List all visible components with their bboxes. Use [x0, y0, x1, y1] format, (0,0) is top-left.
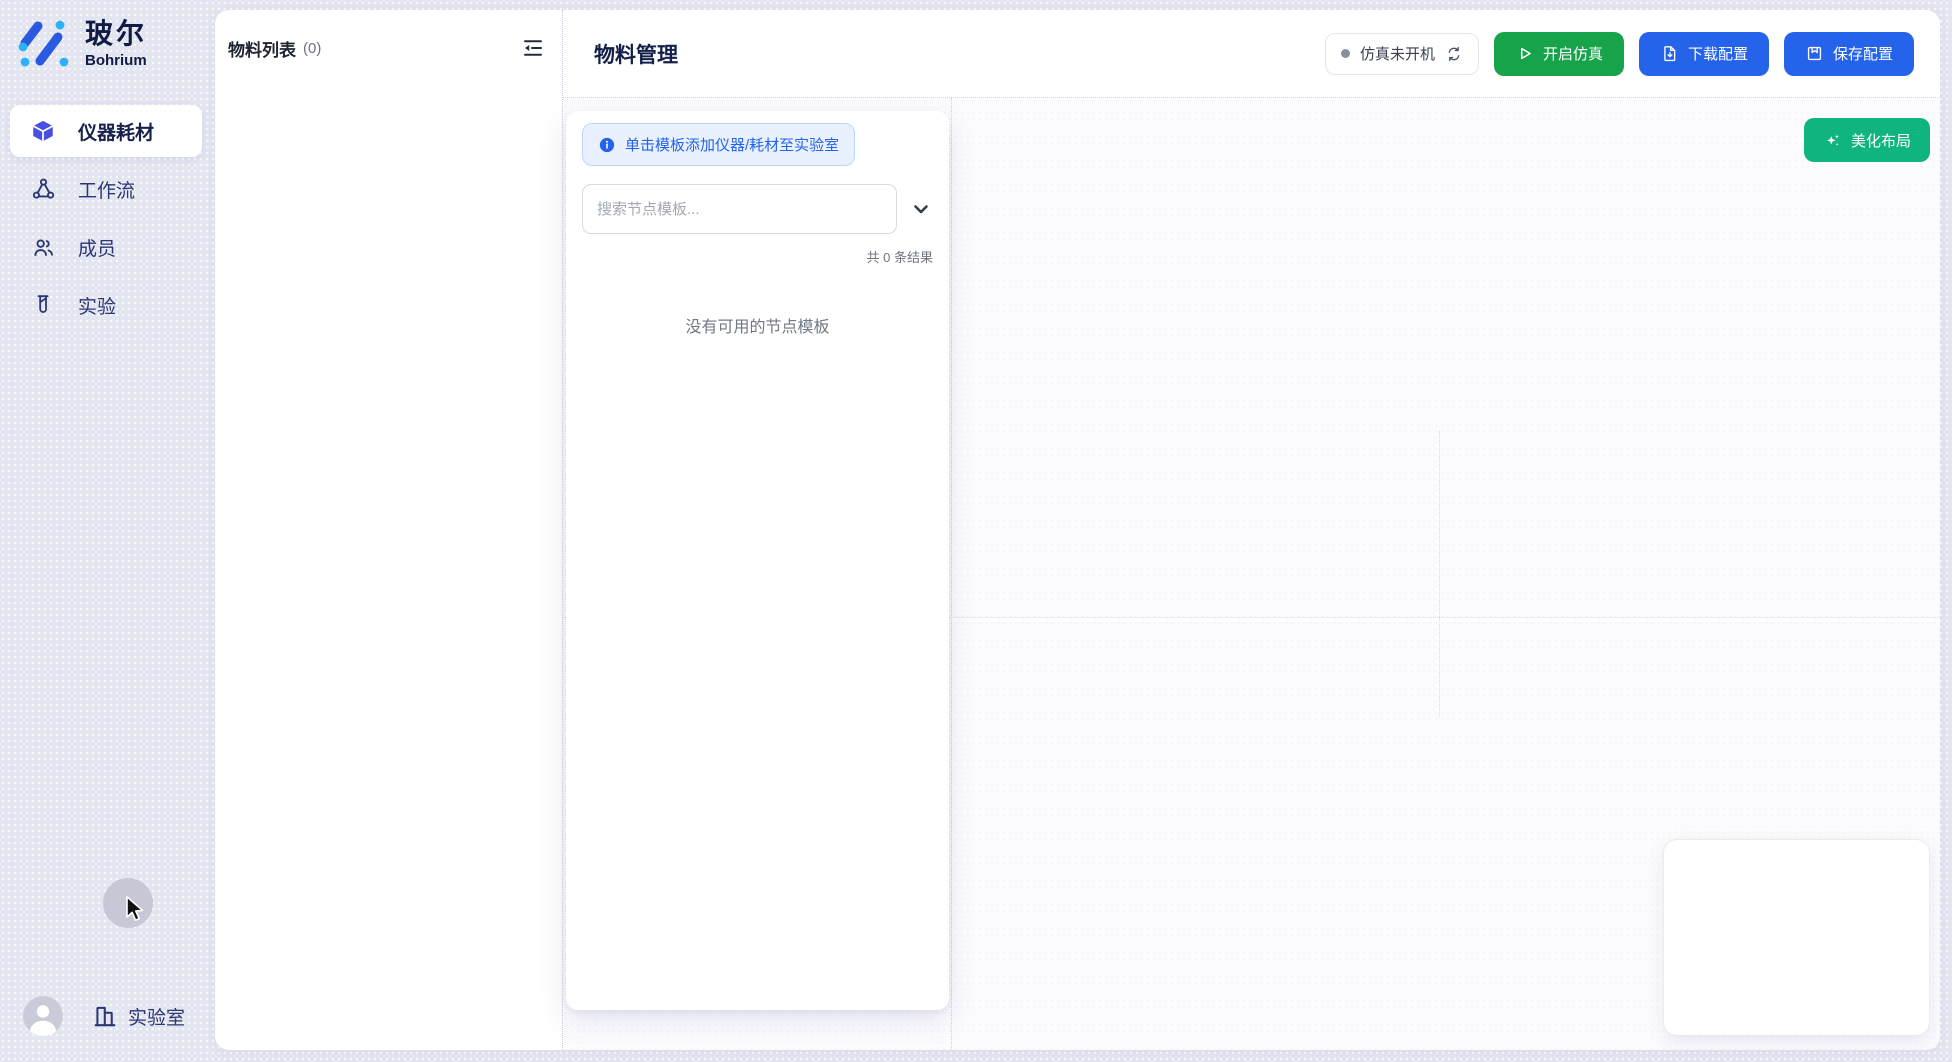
brand-name-zh: 玻尔 — [85, 19, 147, 50]
work-area: 物料管理 仿真未开机 — [563, 10, 1940, 1050]
sidebar-item-workflow[interactable]: 工作流 — [10, 163, 202, 215]
sidebar-item-label: 工作流 — [78, 176, 135, 203]
refresh-icon — [1445, 45, 1463, 63]
sidebar-item-members[interactable]: 成员 — [10, 221, 202, 273]
material-list-header: 物料列表 (0) — [215, 10, 562, 86]
sidebar-item-experiments[interactable]: 实验 — [10, 279, 202, 331]
file-download-icon — [1660, 44, 1679, 63]
template-panel: 单击模板添加仪器/耗材至实验室 共 0 条结果 没有可用的节点模板 — [566, 111, 949, 1010]
minimap[interactable] — [1663, 839, 1930, 1036]
main-card: 物料列表 (0) 物料管理 仿真未开机 — [215, 10, 1940, 1050]
user-avatar[interactable] — [23, 996, 63, 1036]
page-title: 物料管理 — [594, 39, 678, 69]
result-count: 共 0 条结果 — [582, 247, 933, 266]
sidebar-item-label: 成员 — [78, 234, 116, 261]
canvas-gridline — [1439, 431, 1440, 717]
header: 物料管理 仿真未开机 — [563, 10, 1940, 98]
mouse-cursor — [121, 895, 147, 925]
chevron-down-icon — [909, 197, 933, 221]
expand-filter-button[interactable] — [909, 197, 933, 221]
sidebar-item-label: 仪器耗材 — [78, 118, 154, 145]
sim-status-label: 仿真未开机 — [1360, 43, 1435, 64]
sidebar-item-instruments[interactable]: 仪器耗材 — [10, 105, 202, 157]
save-icon — [1805, 44, 1824, 63]
sidebar-nav: 仪器耗材 工作流 — [10, 105, 202, 337]
template-hint-banner: 单击模板添加仪器/耗材至实验室 — [582, 123, 855, 166]
members-icon — [30, 234, 56, 260]
refresh-status-button[interactable] — [1445, 45, 1463, 63]
play-icon — [1515, 44, 1534, 63]
material-list-title: 物料列表 — [228, 36, 296, 61]
template-search-row — [582, 184, 933, 234]
bohrium-logo-icon — [18, 17, 70, 69]
template-hint-text: 单击模板添加仪器/耗材至实验室 — [625, 134, 839, 155]
material-list-count: (0) — [303, 40, 321, 57]
beautify-layout-label: 美化布局 — [1851, 130, 1911, 151]
building-icon — [92, 1003, 118, 1029]
status-dot-icon — [1341, 49, 1350, 58]
sidebar-item-lab[interactable]: 实验室 — [92, 1003, 185, 1030]
menu-fold-icon — [521, 36, 545, 60]
info-icon — [598, 136, 616, 154]
brand-name: 玻尔 Bohrium — [85, 17, 147, 69]
download-config-button[interactable]: 下载配置 — [1639, 32, 1769, 76]
download-config-label: 下载配置 — [1688, 43, 1748, 64]
material-list-panel: 物料列表 (0) — [215, 10, 563, 1050]
template-search-input[interactable] — [582, 184, 897, 234]
app-root: 玻尔 Bohrium 仪器耗材 — [0, 0, 1952, 1062]
cube-icon — [30, 118, 56, 144]
canvas-gridline — [951, 98, 952, 1050]
save-config-label: 保存配置 — [1833, 43, 1893, 64]
app-logo: 玻尔 Bohrium — [18, 17, 147, 69]
sidebar-item-label: 实验 — [78, 292, 116, 319]
lab-entry-label: 实验室 — [128, 1003, 185, 1030]
brand-name-en: Bohrium — [85, 52, 147, 69]
collapse-panel-button[interactable] — [521, 36, 545, 60]
test-tube-icon — [30, 292, 56, 318]
beautify-layout-button[interactable]: 美化布局 — [1804, 118, 1930, 162]
start-simulation-button[interactable]: 开启仿真 — [1494, 32, 1624, 76]
sidebar-footer: 实验室 — [23, 996, 185, 1036]
flow-canvas[interactable]: 单击模板添加仪器/耗材至实验室 共 0 条结果 没有可用的节点模板 — [563, 98, 1940, 1050]
header-actions: 仿真未开机 — [1325, 32, 1914, 76]
empty-template-message: 没有可用的节点模板 — [582, 313, 933, 337]
save-config-button[interactable]: 保存配置 — [1784, 32, 1914, 76]
sparkles-icon — [1823, 131, 1842, 150]
sim-status-pill: 仿真未开机 — [1325, 33, 1479, 75]
start-simulation-label: 开启仿真 — [1543, 43, 1603, 64]
workflow-icon — [30, 176, 56, 202]
